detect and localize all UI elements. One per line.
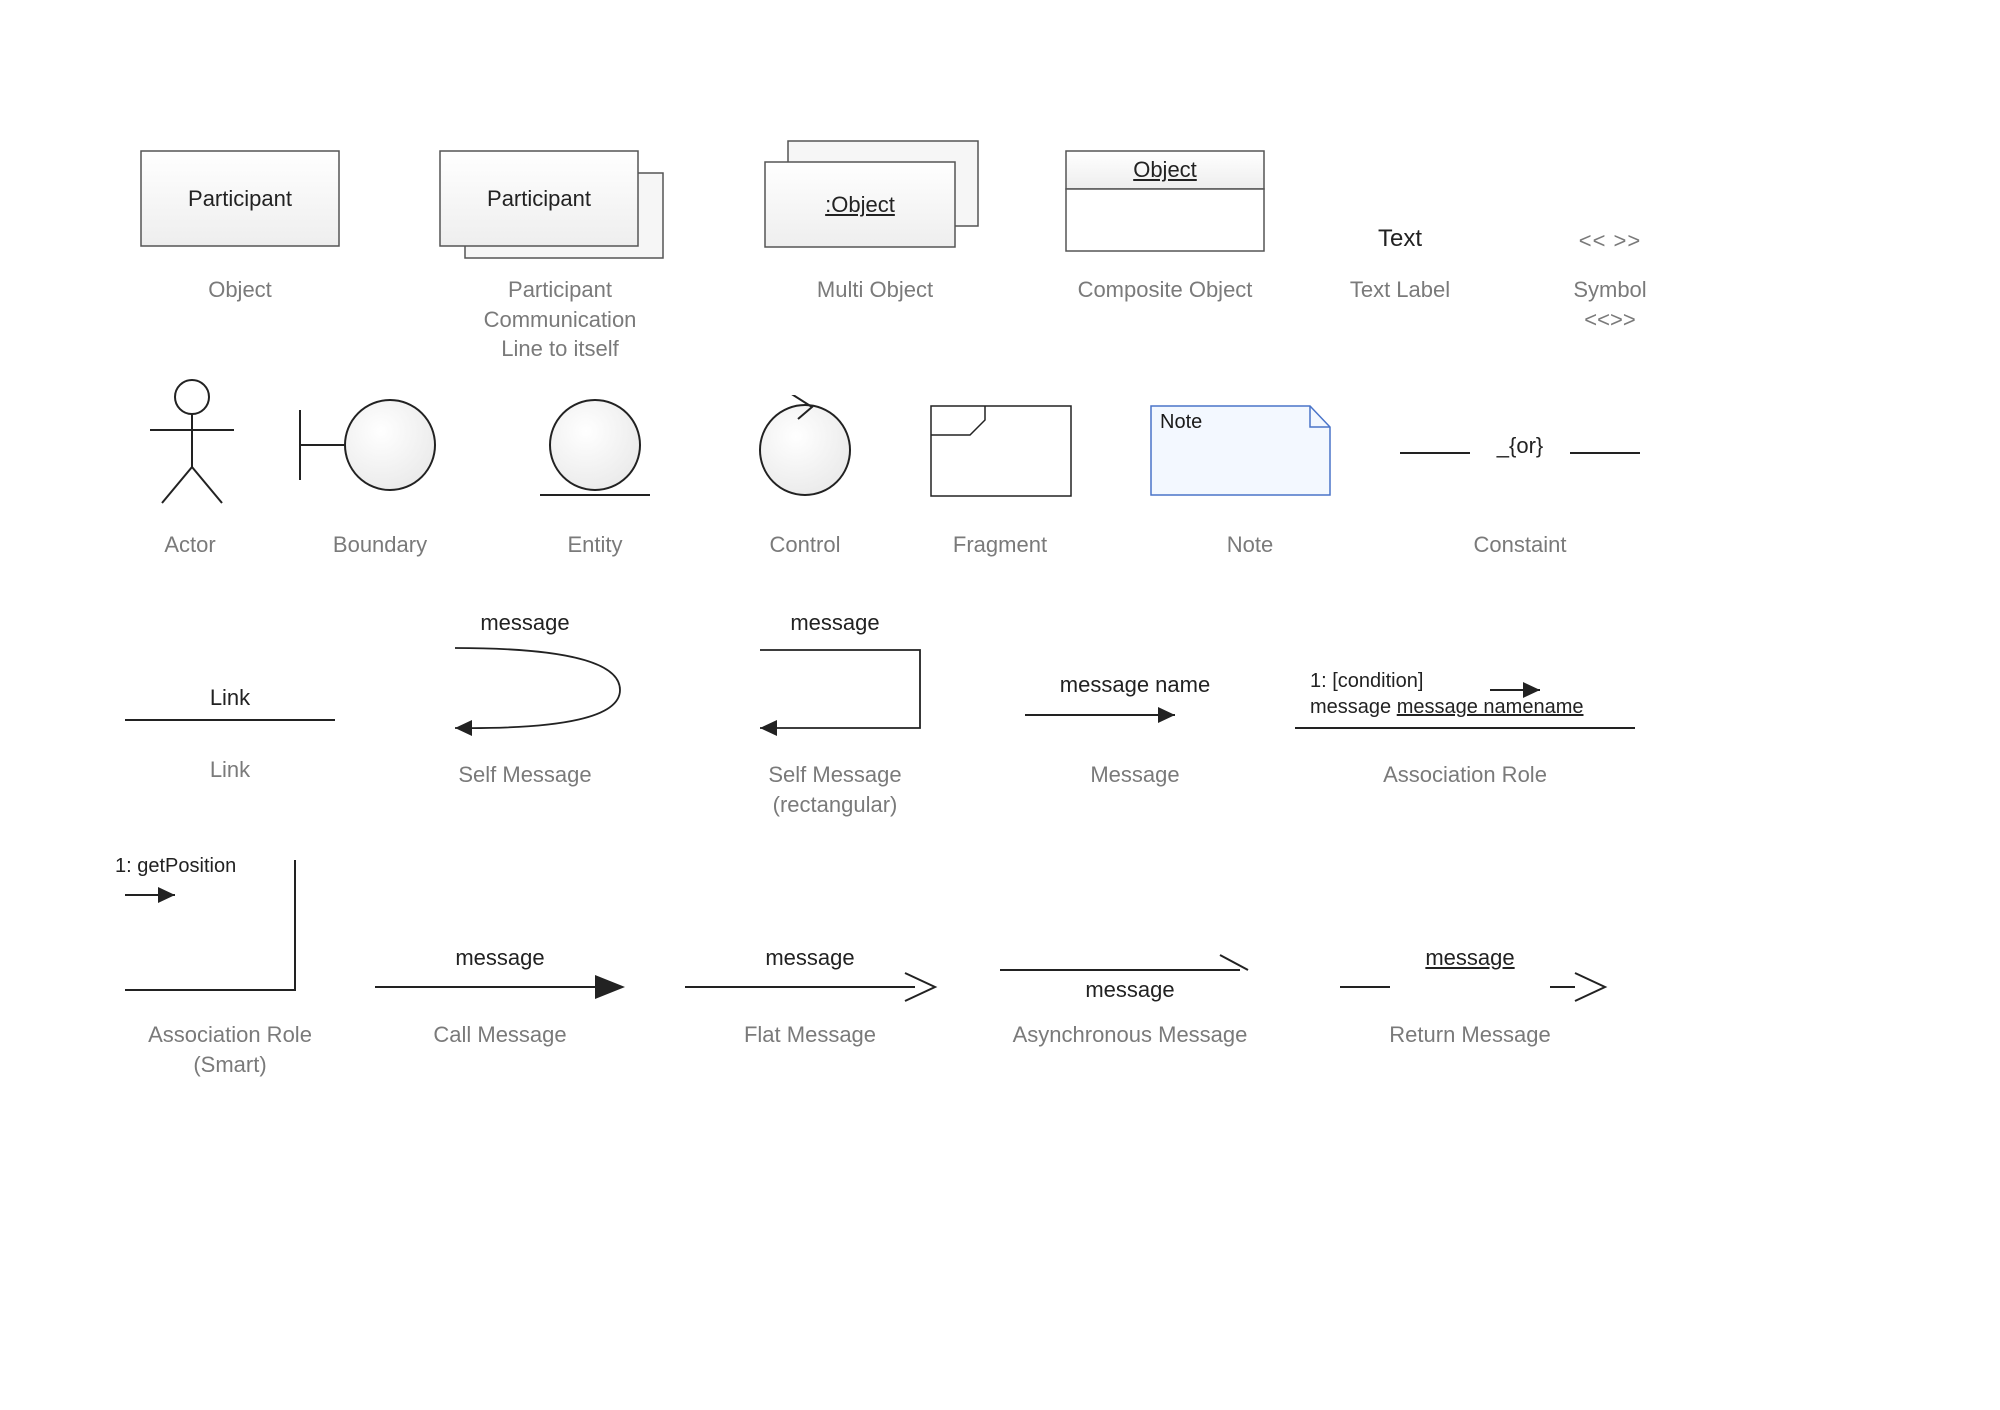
symbol-self-message-rect: message Self Message(rectangular) (720, 610, 950, 840)
message-shape-text: message name (1010, 672, 1260, 698)
symbol-composite-object: Object Composite Object (1065, 150, 1265, 350)
symbol-constraint: _{or} Constaint (1390, 405, 1650, 605)
association-role-line1: 1: [condition] (1310, 670, 1423, 693)
call-message-caption: Call Message (370, 1020, 630, 1050)
symbol-message: message name Message (1010, 640, 1260, 840)
symbol-self-message: message Self Message (410, 610, 640, 820)
participant-comm-shape-text: Participant (440, 186, 638, 212)
symbol-association-role-smart: 1: getPosition Association Role(Smart) (115, 855, 345, 1105)
async-message-caption: Asynchronous Message (990, 1020, 1270, 1050)
link-shape-text: Link (120, 685, 340, 711)
symbol-control: Control (730, 395, 880, 595)
flat-message-caption: Flat Message (680, 1020, 940, 1050)
multi-object-shape-text: :Object (765, 192, 955, 218)
association-role-line2: message message namename (1310, 696, 1584, 719)
symbol-participant-comm: Participant Participant CommunicationLin… (430, 150, 690, 350)
symbol-text-label: Text Text Label (1320, 150, 1480, 350)
message-caption: Message (1010, 760, 1260, 790)
note-caption: Note (1150, 530, 1350, 560)
boundary-caption: Boundary (290, 530, 470, 560)
symbol-stereotype: << >> Symbol<<>> (1530, 150, 1690, 350)
composite-object-caption: Composite Object (1065, 275, 1265, 305)
async-message-shape-text: message (990, 977, 1270, 1003)
self-message-caption: Self Message (410, 760, 640, 790)
call-message-shape-text: message (370, 945, 630, 971)
symbol-actor: Actor (130, 375, 250, 575)
control-caption: Control (730, 530, 880, 560)
stereotype-caption: Symbol<<>> (1530, 275, 1690, 334)
symbol-entity: Entity (520, 395, 670, 595)
note-shape-text: Note (1160, 411, 1202, 434)
fragment-caption: Fragment (915, 530, 1085, 560)
diagram-canvas: Participant Object Participant Participa… (0, 0, 2000, 1410)
entity-caption: Entity (520, 530, 670, 560)
symbol-link: Link Link (120, 620, 340, 820)
assoc-smart-caption: Association Role(Smart) (115, 1020, 345, 1079)
symbol-async-message: message Asynchronous Message (990, 915, 1270, 1115)
constraint-caption: Constaint (1390, 530, 1650, 560)
assoc-smart-shape-text: 1: getPosition (115, 855, 236, 878)
return-message-caption: Return Message (1330, 1020, 1610, 1050)
flat-message-shape-text: message (680, 945, 940, 971)
text-label-shape-text: Text (1320, 225, 1480, 253)
self-message-rect-shape-text: message (720, 610, 950, 636)
return-message-shape-text: message (1330, 945, 1610, 971)
symbol-call-message: message Call Message (370, 915, 630, 1115)
participant-comm-caption: Participant CommunicationLine to itself (430, 275, 690, 364)
symbol-association-role: 1: [condition] message message namename … (1290, 640, 1640, 840)
actor-caption: Actor (130, 530, 250, 560)
symbol-object: Participant Object (140, 150, 340, 320)
object-shape-text: Participant (140, 186, 340, 212)
symbol-note: Note Note (1150, 405, 1350, 605)
self-message-shape-text: message (410, 610, 640, 636)
composite-object-shape-text: Object (1065, 157, 1265, 183)
stereotype-shape-text: << >> (1530, 228, 1690, 254)
self-message-rect-caption: Self Message(rectangular) (720, 760, 950, 819)
symbol-flat-message: message Flat Message (680, 915, 940, 1115)
multi-object-caption: Multi Object (760, 275, 990, 305)
symbol-fragment: Fragment (930, 405, 1100, 605)
object-caption: Object (140, 275, 340, 305)
symbol-return-message: message Return Message (1330, 915, 1610, 1115)
association-role-caption: Association Role (1290, 760, 1640, 790)
text-label-caption: Text Label (1320, 275, 1480, 305)
symbol-boundary: Boundary (290, 395, 470, 595)
link-caption: Link (120, 755, 340, 785)
constraint-shape-text: _{or} (1470, 433, 1570, 459)
symbol-multi-object: :Object Multi Object (760, 140, 990, 340)
